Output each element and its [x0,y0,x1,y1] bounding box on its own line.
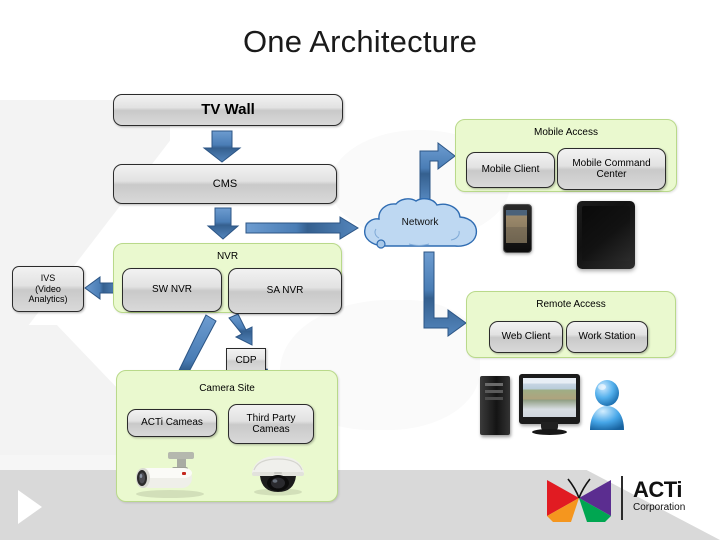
monitor-base [532,429,567,435]
node-sa-nvr[interactable]: SA NVR [228,268,342,314]
node-ivs-line1: IVS [40,273,56,284]
node-sw-nvr[interactable]: SW NVR [122,268,222,312]
logo-brand-name: ACTi [633,477,682,502]
bullet-camera-icon [136,452,204,498]
node-tv-wall[interactable]: TV Wall [113,94,343,126]
node-third-party-line1: Third Party [246,412,296,424]
node-sa-nvr-label: SA NVR [266,285,304,297]
connector-arrows [84,130,467,415]
acti-butterfly-logo-icon [547,478,611,522]
node-third-party-cameras-label: Third Party Cameas [247,413,296,436]
node-cms-label: CMS [212,177,238,190]
node-ivs-line2: (Video [35,283,61,294]
arrow-tvwall-to-cms [202,130,242,163]
node-tv-wall-label: TV Wall [201,101,255,119]
node-cdp[interactable]: CDP [226,348,266,372]
user-avatar-icon [590,380,624,430]
arrow-nvr-to-cdp [228,313,253,346]
logo-wordmark: ACTi Corporation [633,477,711,514]
node-mobile-command-line1: Mobile Command [572,157,651,169]
node-ivs-line3: Analytics) [28,294,68,305]
tablet-icon [577,201,635,269]
slide-canvas: One Architecture TV Wall CMS NVR SW NVR … [0,0,720,540]
arrow-network-to-remote-access [423,251,467,337]
node-sw-nvr-label: SW NVR [152,284,192,296]
node-ivs[interactable]: IVS (Video Analytics) [12,266,84,312]
smartphone-screen [506,210,527,243]
node-mobile-command-center-label: Mobile Command Center [572,158,650,181]
node-web-client-label: Web Client [501,331,551,343]
network-cloud-label: Network [401,217,439,228]
group-mobile-access-label: Mobile Access [534,127,598,138]
network-cloud: Network [359,197,481,254]
group-remote-access-label: Remote Access [536,299,606,310]
play-triangle-icon[interactable] [18,490,42,524]
node-third-party-line2: Cameas [252,424,290,435]
node-acti-cameras-label: ACTi Cameas [141,417,203,429]
node-cdp-label: CDP [235,354,257,366]
monitor-icon [519,374,580,435]
pc-tower-icon [480,376,510,435]
node-mobile-client[interactable]: Mobile Client [466,152,555,188]
node-work-station[interactable]: Work Station [566,321,648,353]
node-web-client[interactable]: Web Client [489,321,563,353]
group-camera-site-label: Camera Site [199,383,255,394]
acti-logo: ACTi Corporation [541,474,709,524]
node-ivs-label: IVS (Video Analytics) [28,273,67,304]
arrow-cms-to-nvr [206,207,240,240]
arrow-network-to-mobile-access [419,141,456,200]
dome-camera-icon [252,456,304,496]
node-mobile-command-center[interactable]: Mobile Command Center [557,148,666,190]
node-work-station-label: Work Station [578,331,636,343]
logo-divider [621,476,623,520]
node-third-party-cameras[interactable]: Third Party Cameas [228,404,314,444]
arrow-cms-to-network [245,216,359,240]
group-nvr-label: NVR [216,251,239,262]
node-mobile-client-label: Mobile Client [481,164,540,176]
monitor-screen [523,378,576,417]
smartphone-icon [503,204,532,253]
node-mobile-command-line2: Center [596,169,627,180]
node-acti-cameras[interactable]: ACTi Cameas [127,409,217,437]
node-cms[interactable]: CMS [113,164,337,204]
logo-subtitle: Corporation [633,502,686,513]
